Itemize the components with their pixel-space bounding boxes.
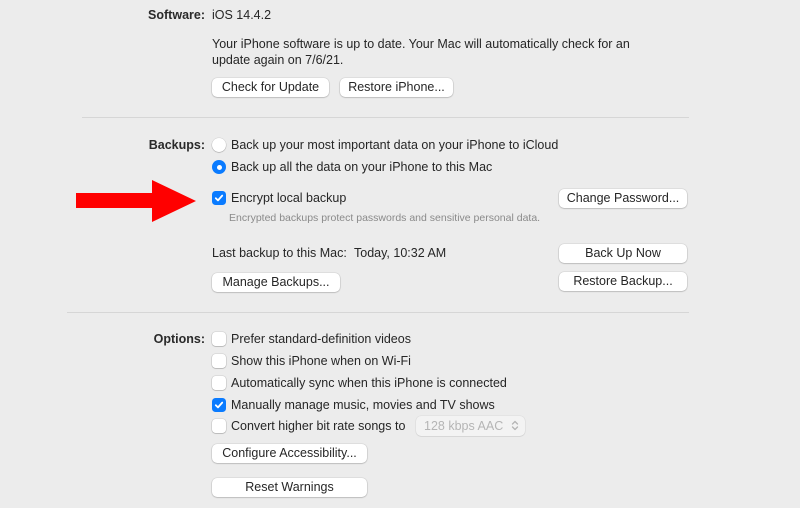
section-divider bbox=[67, 312, 689, 313]
manually-manage-label[interactable]: Manually manage music, movies and TV sho… bbox=[231, 398, 495, 412]
radio-backup-mac[interactable] bbox=[212, 160, 226, 174]
radio-backup-mac-label[interactable]: Back up all the data on your iPhone to t… bbox=[231, 160, 492, 174]
software-label: Software: bbox=[148, 8, 205, 22]
convert-bitrate-checkbox[interactable] bbox=[212, 419, 226, 433]
radio-backup-icloud-label[interactable]: Back up your most important data on your… bbox=[231, 138, 558, 152]
manually-manage-checkbox[interactable] bbox=[212, 398, 226, 412]
change-password-button[interactable]: Change Password... bbox=[559, 189, 687, 208]
software-version: iOS 14.4.2 bbox=[212, 8, 272, 22]
encrypt-backup-description: Encrypted backups protect passwords and … bbox=[229, 212, 541, 224]
section-divider bbox=[82, 117, 689, 118]
encrypt-backup-checkbox[interactable] bbox=[212, 191, 226, 205]
show-on-wifi-label[interactable]: Show this iPhone when on Wi-Fi bbox=[231, 354, 411, 368]
configure-accessibility-button[interactable]: Configure Accessibility... bbox=[212, 444, 367, 463]
restore-iphone-button[interactable]: Restore iPhone... bbox=[340, 78, 453, 97]
show-on-wifi-checkbox[interactable] bbox=[212, 354, 226, 368]
last-backup-value: Today, 10:32 AM bbox=[354, 246, 447, 260]
reset-warnings-button[interactable]: Reset Warnings bbox=[212, 478, 367, 497]
auto-sync-checkbox[interactable] bbox=[212, 376, 226, 390]
convert-bitrate-label[interactable]: Convert higher bit rate songs to bbox=[231, 419, 405, 433]
software-status-line2: update again on 7/6/21. bbox=[212, 53, 344, 67]
prefer-sd-videos-checkbox[interactable] bbox=[212, 332, 226, 346]
bitrate-select-value: 128 kbps AAC bbox=[424, 419, 504, 433]
restore-backup-button[interactable]: Restore Backup... bbox=[559, 272, 687, 291]
last-backup-label: Last backup to this Mac: bbox=[212, 246, 347, 260]
back-up-now-button[interactable]: Back Up Now bbox=[559, 244, 687, 263]
manage-backups-button[interactable]: Manage Backups... bbox=[212, 273, 340, 292]
checkmark-icon bbox=[214, 194, 224, 202]
prefer-sd-videos-label[interactable]: Prefer standard-definition videos bbox=[231, 332, 411, 346]
red-arrow-annotation-icon bbox=[76, 180, 196, 222]
check-for-update-button[interactable]: Check for Update bbox=[212, 78, 329, 97]
auto-sync-label[interactable]: Automatically sync when this iPhone is c… bbox=[231, 376, 507, 390]
chevron-up-down-icon bbox=[511, 420, 519, 431]
options-label: Options: bbox=[153, 332, 205, 346]
software-status-line1: Your iPhone software is up to date. Your… bbox=[212, 37, 630, 51]
radio-backup-icloud[interactable] bbox=[212, 138, 226, 152]
checkmark-icon bbox=[214, 401, 224, 409]
encrypt-backup-label[interactable]: Encrypt local backup bbox=[231, 191, 346, 205]
backups-label: Backups: bbox=[148, 138, 205, 152]
bitrate-select[interactable]: 128 kbps AAC bbox=[416, 416, 525, 436]
